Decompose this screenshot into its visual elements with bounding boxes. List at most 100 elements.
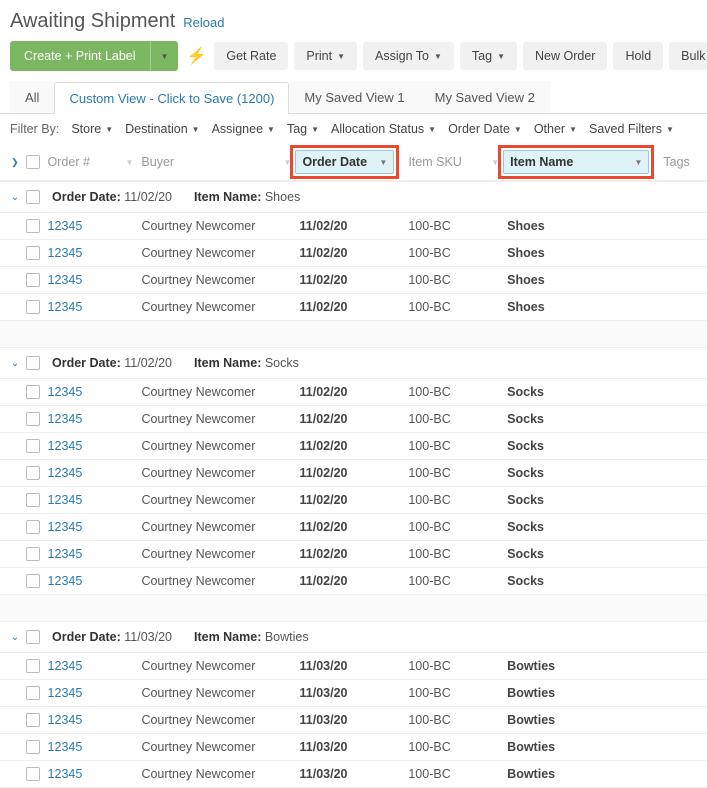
buyer-cell: Courtney Newcomer	[141, 686, 255, 700]
tag-button[interactable]: Tag▼	[460, 42, 517, 70]
order-link[interactable]: 12345	[48, 385, 83, 399]
select-all-checkbox[interactable]	[26, 155, 40, 169]
order-date-cell: 11/03/20	[300, 713, 348, 727]
order-link[interactable]: 12345	[48, 740, 83, 754]
filter-other[interactable]: Other▼	[534, 122, 577, 136]
item-name-cell: Socks	[507, 574, 544, 588]
row-checkbox[interactable]	[26, 246, 40, 260]
table-row: 12345Courtney Newcomer11/02/20100-BCShoe…	[0, 267, 707, 294]
row-checkbox[interactable]	[26, 385, 40, 399]
sort-icon: ▼	[634, 158, 642, 167]
column-buyer[interactable]: Buyer▼	[137, 155, 295, 169]
expand-all-icon[interactable]: ❯	[11, 157, 19, 168]
column-order-number[interactable]: Order #▼	[44, 155, 138, 169]
row-checkbox[interactable]	[26, 713, 40, 727]
order-link[interactable]: 12345	[48, 686, 83, 700]
order-link[interactable]: 12345	[48, 713, 83, 727]
item-name-cell: Bowties	[507, 659, 555, 673]
filter-store[interactable]: Store▼	[71, 122, 113, 136]
table-row: 12345Courtney Newcomer11/02/20100-BCShoe…	[0, 213, 707, 240]
create-print-label-dropdown[interactable]: ▼	[150, 41, 179, 71]
order-link[interactable]: 12345	[48, 574, 83, 588]
order-link[interactable]: 12345	[48, 547, 83, 561]
column-item-sku[interactable]: Item SKU▼	[404, 155, 503, 169]
item-sku-cell: 100-BC	[408, 493, 450, 507]
reload-link[interactable]: Reload	[183, 15, 224, 30]
print-button[interactable]: Print▼	[294, 42, 357, 70]
item-sku-cell: 100-BC	[408, 246, 450, 260]
collapse-icon[interactable]: ⌄	[8, 632, 22, 643]
order-date-cell: 11/02/20	[300, 466, 348, 480]
filter-destination[interactable]: Destination▼	[125, 122, 199, 136]
row-checkbox[interactable]	[26, 219, 40, 233]
table-row: 12345Courtney Newcomer11/02/20100-BCSock…	[0, 433, 707, 460]
item-name-cell: Socks	[507, 493, 544, 507]
bulk-update-button[interactable]: Bulk Update	[669, 42, 707, 70]
tab-all[interactable]: All	[10, 81, 54, 113]
group-checkbox[interactable]	[26, 356, 40, 370]
row-checkbox[interactable]	[26, 466, 40, 480]
new-order-button[interactable]: New Order	[523, 42, 607, 70]
filter-saved-filters[interactable]: Saved Filters▼	[589, 122, 674, 136]
filter-order-date[interactable]: Order Date▼	[448, 122, 522, 136]
row-checkbox[interactable]	[26, 273, 40, 287]
item-sku-cell: 100-BC	[408, 767, 450, 781]
order-link[interactable]: 12345	[48, 659, 83, 673]
order-link[interactable]: 12345	[48, 246, 83, 260]
tab-saved-view-1[interactable]: My Saved View 1	[289, 81, 419, 113]
item-name-cell: Socks	[507, 520, 544, 534]
order-link[interactable]: 12345	[48, 767, 83, 781]
order-link[interactable]: 12345	[48, 273, 83, 287]
row-checkbox[interactable]	[26, 547, 40, 561]
tab-saved-view-2[interactable]: My Saved View 2	[420, 81, 550, 113]
caret-down-icon: ▼	[267, 125, 275, 134]
item-sku-cell: 100-BC	[408, 686, 450, 700]
table-row: 12345Courtney Newcomer11/02/20100-BCShoe…	[0, 294, 707, 321]
sort-icon: ▼	[284, 158, 292, 167]
column-item-name[interactable]: Item Name▼	[503, 150, 649, 174]
group-checkbox[interactable]	[26, 630, 40, 644]
column-order-date[interactable]: Order Date▼	[295, 150, 394, 174]
group-checkbox[interactable]	[26, 190, 40, 204]
bolt-icon: ⚡	[184, 46, 208, 66]
item-name-cell: Socks	[507, 466, 544, 480]
get-rate-button[interactable]: Get Rate	[214, 42, 288, 70]
order-link[interactable]: 12345	[48, 219, 83, 233]
filter-assignee[interactable]: Assignee▼	[212, 122, 275, 136]
collapse-icon[interactable]: ⌄	[8, 192, 22, 203]
row-checkbox[interactable]	[26, 439, 40, 453]
item-name-cell: Bowties	[507, 740, 555, 754]
filter-allocation-status[interactable]: Allocation Status▼	[331, 122, 436, 136]
order-link[interactable]: 12345	[48, 466, 83, 480]
row-checkbox[interactable]	[26, 412, 40, 426]
buyer-cell: Courtney Newcomer	[141, 740, 255, 754]
caret-down-icon: ▼	[428, 125, 436, 134]
row-checkbox[interactable]	[26, 740, 40, 754]
group-header[interactable]: ⌄Order Date: 11/03/20Item Name: Bowties	[0, 621, 707, 653]
order-link[interactable]: 12345	[48, 300, 83, 314]
caret-down-icon: ▼	[105, 125, 113, 134]
order-link[interactable]: 12345	[48, 412, 83, 426]
collapse-icon[interactable]: ⌄	[8, 358, 22, 369]
buyer-cell: Courtney Newcomer	[141, 520, 255, 534]
row-checkbox[interactable]	[26, 767, 40, 781]
buyer-cell: Courtney Newcomer	[141, 574, 255, 588]
row-checkbox[interactable]	[26, 574, 40, 588]
row-checkbox[interactable]	[26, 300, 40, 314]
row-checkbox[interactable]	[26, 520, 40, 534]
order-link[interactable]: 12345	[48, 439, 83, 453]
group-header[interactable]: ⌄Order Date: 11/02/20Item Name: Shoes	[0, 181, 707, 213]
order-link[interactable]: 12345	[48, 520, 83, 534]
hold-button[interactable]: Hold	[613, 42, 663, 70]
group-header[interactable]: ⌄Order Date: 11/02/20Item Name: Socks	[0, 347, 707, 379]
create-print-label-button[interactable]: Create + Print Label	[10, 41, 150, 71]
row-checkbox[interactable]	[26, 493, 40, 507]
row-checkbox[interactable]	[26, 659, 40, 673]
column-tags[interactable]: Tags	[659, 155, 699, 169]
tab-custom-view[interactable]: Custom View - Click to Save (1200)	[54, 82, 289, 114]
row-checkbox[interactable]	[26, 686, 40, 700]
order-link[interactable]: 12345	[48, 493, 83, 507]
assign-to-button[interactable]: Assign To▼	[363, 42, 454, 70]
filter-tag[interactable]: Tag▼	[287, 122, 319, 136]
table-row: 12345Courtney Newcomer11/02/20100-BCSock…	[0, 487, 707, 514]
